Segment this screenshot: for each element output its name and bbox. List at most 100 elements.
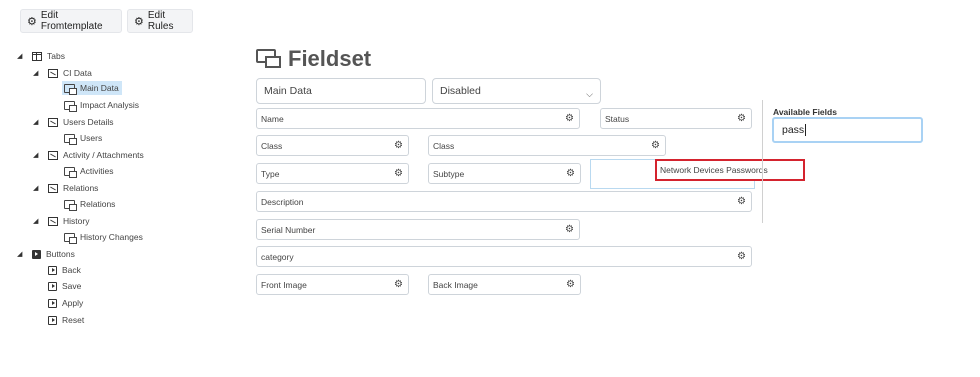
- tree-node-activities[interactable]: Activities: [64, 164, 114, 178]
- field-label: Subtype: [433, 168, 465, 179]
- fieldset-icon: [64, 100, 77, 112]
- edit-formtemplate-label: Edit Fromtemplate: [40, 10, 103, 32]
- tree-node-label: History Changes: [80, 232, 143, 242]
- edit-rules-label: Edit Rules: [147, 10, 174, 32]
- caret-down-icon[interactable]: ◢: [17, 250, 22, 258]
- tree-node-label: Tabs: [47, 51, 65, 61]
- caret-down-icon[interactable]: ◢: [33, 118, 38, 126]
- caret-down-icon[interactable]: ◢: [33, 69, 38, 77]
- available-fields-label: Available Fields: [773, 107, 837, 117]
- tree-node-label: Users Details: [63, 117, 114, 127]
- gear-icon[interactable]: ⚙: [566, 278, 575, 291]
- field-label: category: [261, 251, 294, 262]
- text-cursor: [805, 124, 807, 136]
- field-label: Serial Number: [261, 224, 316, 235]
- dragged-field-network-devices-passwords[interactable]: Network Devices Passwords: [655, 159, 805, 181]
- field-class-2[interactable]: Class ⚙: [428, 135, 666, 156]
- available-fields-search-input[interactable]: pass: [772, 117, 923, 143]
- caret-down-icon[interactable]: ◢: [33, 217, 38, 225]
- tree-node-save[interactable]: Save: [48, 279, 81, 293]
- gears-icon: ⚙: [134, 15, 144, 28]
- dragged-field-label: Network Devices Passwords: [660, 165, 768, 175]
- field-type[interactable]: Type ⚙: [256, 163, 409, 184]
- field-status[interactable]: Status ⚙: [600, 108, 752, 129]
- tree-node-label: CI Data: [63, 68, 92, 78]
- gear-icon[interactable]: ⚙: [566, 167, 575, 180]
- chevron-down-icon: ⌵: [586, 89, 593, 99]
- field-category[interactable]: category ⚙: [256, 246, 752, 267]
- tree-node-label: Main Data: [80, 83, 119, 93]
- tab-group-icon: [48, 216, 58, 226]
- tree-node-relations[interactable]: Relations: [64, 197, 115, 211]
- tab-group-icon: [48, 68, 58, 78]
- field-label: Name: [261, 113, 284, 124]
- field-subtype[interactable]: Subtype ⚙: [428, 163, 581, 184]
- fieldset-title: Fieldset: [256, 46, 371, 72]
- caret-down-icon[interactable]: ◢: [17, 52, 22, 60]
- tree-node-relations-group[interactable]: Relations: [48, 181, 98, 195]
- field-serial-number[interactable]: Serial Number ⚙: [256, 219, 580, 240]
- tree-node-activity-attachments[interactable]: Activity / Attachments: [48, 148, 144, 162]
- field-description[interactable]: Description ⚙: [256, 191, 752, 212]
- tree-node-label: Back: [62, 265, 81, 275]
- gear-icon[interactable]: ⚙: [565, 223, 574, 236]
- field-label: Front Image: [261, 279, 307, 290]
- fieldset-icon: [64, 232, 77, 244]
- tree-node-users-details[interactable]: Users Details: [48, 115, 114, 129]
- gear-icon[interactable]: ⚙: [394, 139, 403, 152]
- fieldset-name-input[interactable]: Main Data: [256, 78, 426, 104]
- field-class-1[interactable]: Class ⚙: [256, 135, 409, 156]
- tree-node-label: Relations: [80, 199, 116, 209]
- tree-node-label: Reset: [62, 315, 85, 325]
- tree-node-buttons[interactable]: Buttons: [32, 247, 75, 261]
- fieldset-icon: [64, 199, 77, 211]
- gear-icon[interactable]: ⚙: [651, 139, 660, 152]
- tree-node-label: Buttons: [46, 249, 75, 259]
- gear-icon[interactable]: ⚙: [565, 112, 574, 125]
- gear-icon[interactable]: ⚙: [737, 250, 746, 263]
- panel-divider: [762, 100, 763, 223]
- tree-node-apply[interactable]: Apply: [48, 296, 83, 310]
- tree-node-label: Activity / Attachments: [63, 150, 144, 160]
- caret-down-icon[interactable]: ◢: [33, 151, 38, 159]
- field-back-image[interactable]: Back Image ⚙: [428, 274, 581, 295]
- tree-node-ci-data[interactable]: CI Data: [48, 66, 92, 80]
- tree-node-main-data[interactable]: Main Data: [62, 81, 122, 95]
- field-front-image[interactable]: Front Image ⚙: [256, 274, 409, 295]
- tree-node-users[interactable]: Users: [64, 131, 102, 145]
- fieldset-state-select[interactable]: Disabled ⌵: [432, 78, 601, 104]
- field-label: Status: [605, 113, 630, 124]
- tree-node-back[interactable]: Back: [48, 263, 81, 277]
- tree-node-history-group[interactable]: History: [48, 214, 89, 228]
- tree-node-label: Users: [80, 133, 103, 143]
- gear-icon[interactable]: ⚙: [737, 112, 746, 125]
- tree-node-history-changes[interactable]: History Changes: [64, 230, 143, 244]
- caret-down-icon[interactable]: ◢: [33, 184, 38, 192]
- tree-node-impact-analysis[interactable]: Impact Analysis: [64, 98, 139, 112]
- fieldset-name-value: Main Data: [264, 85, 312, 97]
- tree-node-label: Save: [62, 281, 82, 291]
- tree-node-label: Apply: [62, 298, 84, 308]
- gear-icon[interactable]: ⚙: [394, 167, 403, 180]
- fieldset-icon: [64, 83, 77, 95]
- tree-node-label: Activities: [80, 166, 114, 176]
- tab-group-icon: [48, 183, 58, 193]
- field-label: Back Image: [433, 279, 478, 290]
- field-name[interactable]: Name ⚙: [256, 108, 580, 129]
- edit-rules-button[interactable]: ⚙ Edit Rules: [127, 9, 193, 33]
- button-icon: [48, 281, 57, 291]
- search-value: pass: [782, 124, 805, 136]
- fieldset-title-text: Fieldset: [288, 46, 372, 71]
- fieldset-state-value: Disabled: [440, 85, 481, 97]
- field-label: Type: [261, 168, 280, 179]
- fieldset-icon: [64, 166, 77, 178]
- tab-group-icon: [48, 150, 58, 160]
- tab-group-icon: [48, 117, 58, 127]
- tree-node-tabs[interactable]: Tabs: [32, 49, 65, 63]
- gear-icon[interactable]: ⚙: [394, 278, 403, 291]
- fieldset-icon: [64, 133, 77, 145]
- tree-node-reset[interactable]: Reset: [48, 313, 84, 327]
- buttons-group-icon: [32, 249, 41, 259]
- edit-formtemplate-button[interactable]: ⚙ Edit Fromtemplate: [20, 9, 122, 33]
- gear-icon[interactable]: ⚙: [737, 195, 746, 208]
